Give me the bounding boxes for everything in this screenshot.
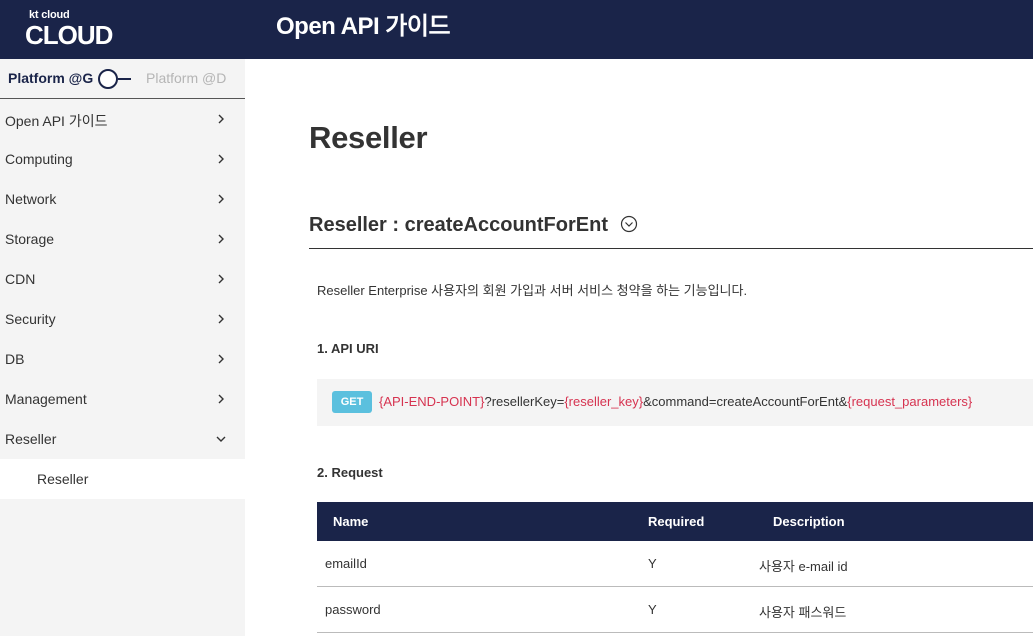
column-header-name: Name: [333, 514, 369, 529]
api-uri-text: {API-END-POINT}?resellerKey={reseller_ke…: [379, 394, 972, 409]
uri-reseller-key-prefix: ?resellerKey=: [484, 394, 565, 409]
sidebar-item-management[interactable]: Management: [0, 379, 245, 419]
uri-endpoint-param: {API-END-POINT}: [379, 394, 485, 409]
sidebar: Platform @G Platform @D Open API 가이드 Com…: [0, 59, 245, 636]
kt-cloud-logo[interactable]: kt cloud CLOUD: [25, 8, 135, 52]
column-header-required: Required: [648, 514, 705, 529]
header-title: Open API 가이드: [276, 13, 451, 40]
chevron-right-icon: [218, 314, 224, 324]
sidebar-item-label: Management: [5, 391, 87, 407]
chevron-right-icon: [218, 114, 224, 124]
table-row: emailId Y 사용자 e-mail id: [317, 541, 1033, 587]
api-uri-box: GET {API-END-POINT}?resellerKey={reselle…: [317, 379, 1033, 426]
sidebar-item-security[interactable]: Security: [0, 299, 245, 339]
cell-name: password: [325, 602, 381, 617]
chevron-right-icon: [218, 354, 224, 364]
sidebar-item-cdn[interactable]: CDN: [0, 259, 245, 299]
platform-g-label[interactable]: Platform @G: [8, 70, 93, 86]
chevron-right-icon: [218, 154, 224, 164]
cell-required: Y: [648, 556, 657, 571]
request-table: Name Required Description emailId Y 사용자 …: [317, 502, 1033, 633]
sidebar-item-computing[interactable]: Computing: [0, 139, 245, 179]
sidebar-item-network[interactable]: Network: [0, 179, 245, 219]
chevron-right-icon: [218, 194, 224, 204]
sidebar-item-label: Storage: [5, 231, 55, 247]
sidebar-item-label: DB: [5, 351, 25, 367]
sidebar-item-storage[interactable]: Storage: [0, 219, 245, 259]
uri-command: &command=createAccountForEnt&: [643, 394, 848, 409]
sidebar-item-reseller[interactable]: Reseller: [0, 419, 245, 459]
http-method-badge: GET: [332, 391, 372, 413]
request-heading: 2. Request: [317, 465, 383, 480]
toggle-track: [118, 78, 131, 80]
platform-toggle[interactable]: [98, 69, 132, 89]
chevron-right-icon: [218, 274, 224, 284]
sidebar-item-db[interactable]: DB: [0, 339, 245, 379]
sidebar-item-label: Network: [5, 191, 57, 207]
sidebar-subitem-label: Reseller: [37, 471, 89, 487]
api-description: Reseller Enterprise 사용자의 회원 가입과 서버 서비스 청…: [317, 283, 748, 298]
toggle-knob: [98, 69, 118, 89]
chevron-right-icon: [218, 394, 224, 404]
sidebar-subitem-reseller[interactable]: Reseller: [0, 459, 245, 499]
platform-d-label[interactable]: Platform @D: [146, 70, 226, 86]
cell-required: Y: [648, 602, 657, 617]
uri-request-params: {request_parameters}: [847, 394, 973, 409]
chevron-down-icon: [216, 436, 226, 442]
platform-switch: Platform @G Platform @D: [0, 59, 245, 99]
sidebar-item-label: Open API 가이드: [5, 113, 108, 129]
logo-big-text: CLOUD: [25, 20, 113, 50]
uri-reseller-key-param: {reseller_key}: [564, 394, 644, 409]
sidebar-item-label: CDN: [5, 271, 36, 287]
column-header-description: Description: [773, 514, 845, 529]
section-title-text: Reseller : createAccountForEnt: [309, 214, 608, 236]
api-uri-heading: 1. API URI: [317, 341, 379, 356]
sidebar-item-label: Computing: [5, 151, 73, 167]
cell-description: 사용자 패스워드: [759, 605, 847, 620]
section-divider: [309, 248, 1033, 249]
top-header: kt cloud CLOUD Open API 가이드: [0, 0, 1033, 59]
sidebar-item-open-api-guide[interactable]: Open API 가이드: [0, 99, 245, 139]
circle-chevron-down-icon[interactable]: [620, 215, 638, 233]
section-title[interactable]: Reseller : createAccountForEnt: [309, 214, 638, 237]
cell-description: 사용자 e-mail id: [759, 559, 848, 574]
cell-name: emailId: [325, 556, 367, 571]
table-header: Name Required Description: [317, 502, 1033, 541]
sidebar-item-label: Reseller: [5, 431, 57, 447]
page-title: Reseller: [309, 120, 428, 155]
sidebar-item-label: Security: [5, 311, 56, 327]
main-content: Reseller Reseller : createAccountForEnt …: [245, 59, 1033, 636]
table-row: password Y 사용자 패스워드: [317, 587, 1033, 633]
chevron-right-icon: [218, 234, 224, 244]
